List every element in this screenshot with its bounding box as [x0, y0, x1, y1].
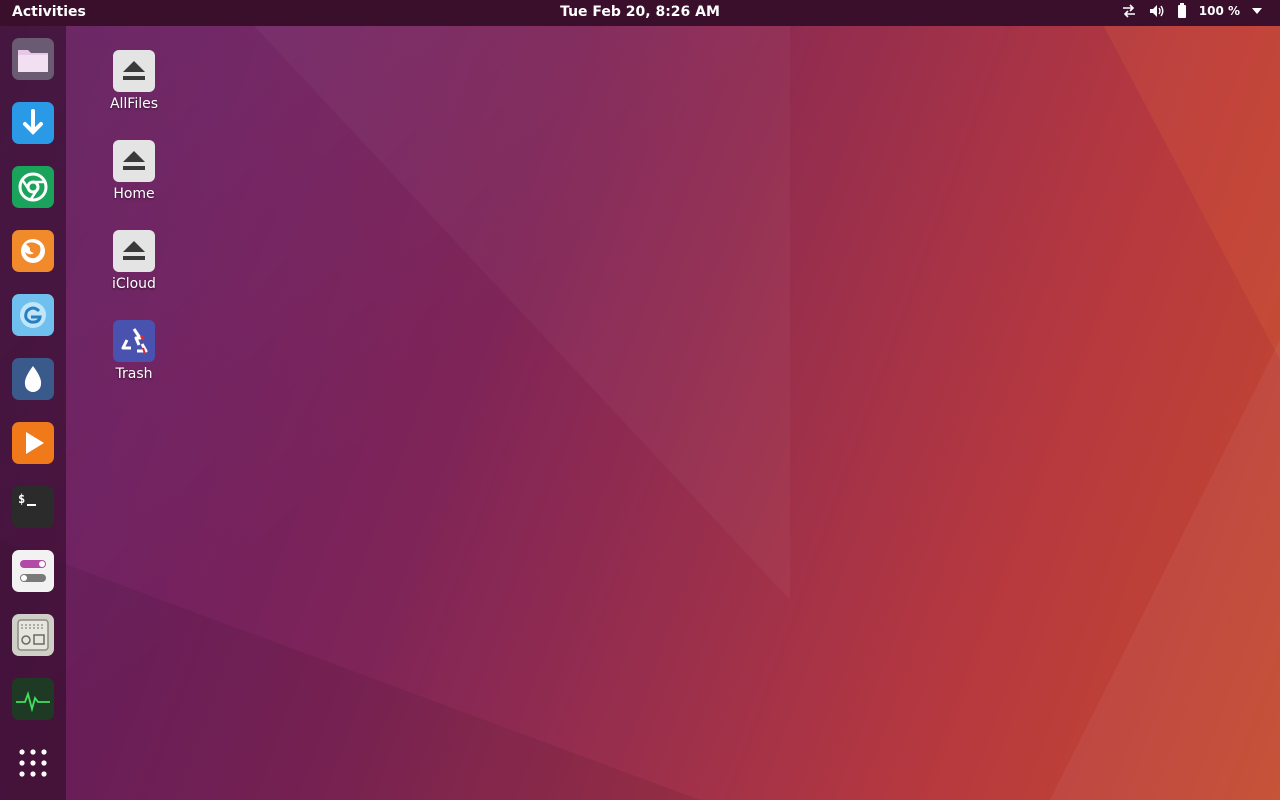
dock-drop[interactable]	[12, 358, 54, 400]
system-tray[interactable]: 100 %	[1121, 3, 1262, 18]
dock-show-applications[interactable]	[12, 742, 54, 784]
dock-terminal[interactable]: $	[12, 486, 54, 528]
recycle-trash-icon	[113, 320, 155, 362]
wallpaper-facet	[1050, 340, 1280, 800]
svg-text:$: $	[18, 492, 25, 506]
play-icon	[12, 422, 54, 464]
battery-icon[interactable]	[1177, 3, 1187, 18]
heartbeat-monitor-icon	[12, 678, 54, 720]
terminal-icon: $	[12, 486, 54, 528]
eject-drive-icon	[113, 140, 155, 182]
volume-icon[interactable]	[1149, 4, 1165, 18]
download-arrow-icon	[12, 102, 54, 144]
wallpaper-facet	[1090, 0, 1280, 360]
battery-percent[interactable]: 100 %	[1199, 4, 1240, 18]
app-grid-icon	[19, 749, 47, 777]
desktop-item-trash[interactable]: Trash	[100, 320, 168, 382]
network-arrows-icon[interactable]	[1121, 3, 1137, 18]
desktop-item-home[interactable]: Home	[100, 140, 168, 202]
top-bar: Activities Tue Feb 20, 8:26 AM 100 %	[0, 0, 1280, 26]
web-browser-icon	[12, 294, 54, 336]
desktop-item-label: Home	[113, 186, 155, 202]
dock-files[interactable]	[12, 38, 54, 80]
dock: $	[0, 26, 66, 800]
clock[interactable]: Tue Feb 20, 8:26 AM	[0, 4, 1280, 20]
dock-firefox[interactable]	[12, 230, 54, 272]
dock-chrome[interactable]	[12, 166, 54, 208]
desktop-item-icloud[interactable]: iCloud	[100, 230, 168, 292]
desktop-item-label: iCloud	[112, 276, 156, 292]
desktop-item-label: AllFiles	[109, 96, 159, 112]
system-menu-arrow-icon[interactable]	[1252, 7, 1262, 14]
dock-settings[interactable]	[12, 550, 54, 592]
eject-drive-icon	[113, 50, 155, 92]
hardware-panel-icon	[12, 614, 54, 656]
toggle-settings-icon	[12, 550, 54, 592]
wallpaper-facet	[0, 540, 700, 800]
dock-downloader[interactable]	[12, 102, 54, 144]
desktop-item-allfiles[interactable]: AllFiles	[100, 50, 168, 112]
firefox-icon	[12, 230, 54, 272]
wallpaper-facet	[230, 0, 790, 600]
desktop-item-label: Trash	[115, 366, 153, 382]
dock-system-tool[interactable]	[12, 614, 54, 656]
folder-icon	[12, 38, 54, 80]
chrome-icon	[12, 166, 54, 208]
eject-drive-icon	[113, 230, 155, 272]
dock-web-browser[interactable]	[12, 294, 54, 336]
dock-media-player[interactable]	[12, 422, 54, 464]
water-drop-icon	[12, 358, 54, 400]
dock-system-monitor[interactable]	[12, 678, 54, 720]
